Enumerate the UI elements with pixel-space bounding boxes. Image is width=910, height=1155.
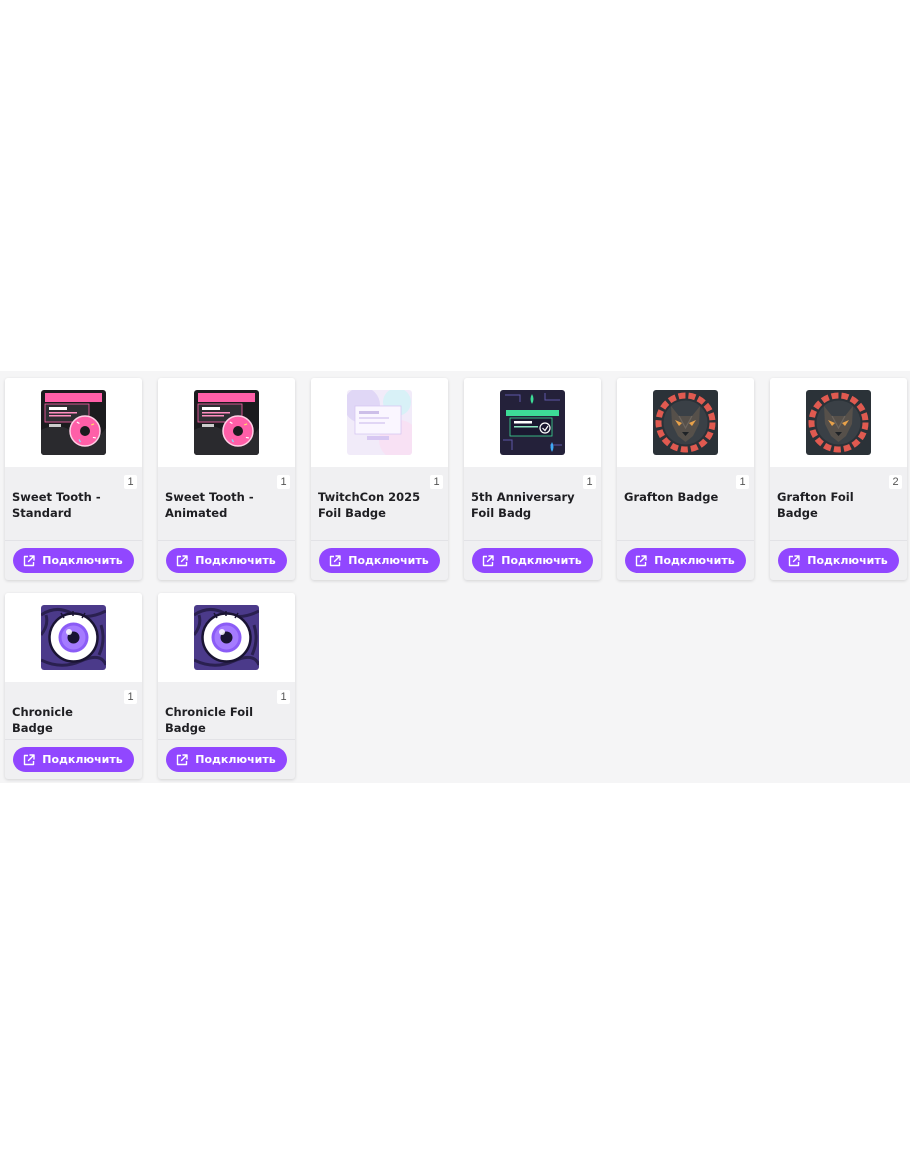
badge-title: Chronicle Badge <box>12 705 73 735</box>
quantity-badge: 1 <box>277 690 290 704</box>
badge-card: 1 Grafton Badge Подключить <box>617 378 754 580</box>
badge-title: TwitchCon 2025 Foil Badge <box>318 490 421 520</box>
badge-image-area <box>464 378 601 467</box>
connect-button-label: Подключить <box>195 554 276 567</box>
sweet-tooth-donut-icon <box>41 390 106 455</box>
external-link-icon <box>175 753 189 767</box>
badge-card: 2 Grafton Foil Badge Подключить <box>770 378 907 580</box>
badge-card: 1 5th Anniversary Foil Badg Подключить <box>464 378 601 580</box>
badge-info: 1 TwitchCon 2025 Foil Badge <box>311 467 448 540</box>
badge-info: 1 5th Anniversary Foil Badg <box>464 467 601 540</box>
sweet-tooth-donut-icon <box>194 390 259 455</box>
connect-button-label: Подключить <box>807 554 888 567</box>
badge-title: Grafton Foil Badge <box>777 490 854 520</box>
badge-title: Grafton Badge <box>624 490 719 504</box>
wolf-emblem-icon <box>653 390 718 455</box>
external-link-icon <box>328 554 342 568</box>
external-link-icon <box>787 554 801 568</box>
quantity-badge: 1 <box>124 690 137 704</box>
badge-actions: Подключить <box>770 540 907 580</box>
badge-actions: Подключить <box>5 540 142 580</box>
badge-actions: Подключить <box>5 739 142 779</box>
badge-actions: Подключить <box>158 739 295 779</box>
badge-title: Sweet Tooth - Animated <box>165 490 254 520</box>
purple-eye-icon <box>194 605 259 670</box>
badge-image-area <box>5 593 142 682</box>
badge-image-area <box>311 378 448 467</box>
badge-grid: 1 Sweet Tooth - Standard Подключить 1 Sw… <box>5 378 907 779</box>
connect-button[interactable]: Подключить <box>166 548 287 573</box>
anniversary-circuit-icon <box>500 390 565 455</box>
connect-button-label: Подключить <box>654 554 735 567</box>
badge-title: Chronicle Foil Badge <box>165 705 254 735</box>
badge-card: 1 TwitchCon 2025 Foil Badge Подключить <box>311 378 448 580</box>
badge-card: 1 Sweet Tooth - Animated Подключить <box>158 378 295 580</box>
badge-image-area <box>158 378 295 467</box>
quantity-badge: 1 <box>277 475 290 489</box>
connect-button-label: Подключить <box>42 554 123 567</box>
badge-image-area <box>617 378 754 467</box>
wolf-emblem-icon <box>806 390 871 455</box>
quantity-badge: 1 <box>583 475 596 489</box>
connect-button-label: Подключить <box>195 753 276 766</box>
purple-eye-icon <box>41 605 106 670</box>
connect-button[interactable]: Подключить <box>13 548 134 573</box>
connect-button-label: Подключить <box>501 554 582 567</box>
badge-actions: Подключить <box>464 540 601 580</box>
badge-image-area <box>158 593 295 682</box>
external-link-icon <box>175 554 189 568</box>
badge-info: 1 Sweet Tooth - Standard <box>5 467 142 540</box>
badge-panel: 1 Sweet Tooth - Standard Подключить 1 Sw… <box>0 371 910 783</box>
connect-button[interactable]: Подключить <box>13 747 134 772</box>
badge-card: 1 Chronicle Badge Подключить <box>5 593 142 779</box>
connect-button[interactable]: Подключить <box>472 548 593 573</box>
external-link-icon <box>481 554 495 568</box>
badge-actions: Подключить <box>158 540 295 580</box>
badge-image-area <box>5 378 142 467</box>
badge-info: 1 Grafton Badge <box>617 467 754 540</box>
connect-button[interactable]: Подключить <box>625 548 746 573</box>
connect-button[interactable]: Подключить <box>166 747 287 772</box>
external-link-icon <box>22 753 36 767</box>
connect-button[interactable]: Подключить <box>319 548 440 573</box>
badge-info: 1 Chronicle Badge <box>5 682 142 739</box>
quantity-badge: 1 <box>430 475 443 489</box>
badge-title: 5th Anniversary Foil Badg <box>471 490 575 520</box>
connect-button-label: Подключить <box>348 554 429 567</box>
connect-button[interactable]: Подключить <box>778 548 899 573</box>
connect-button-label: Подключить <box>42 753 123 766</box>
quantity-badge: 1 <box>124 475 137 489</box>
badge-actions: Подключить <box>617 540 754 580</box>
quantity-badge: 1 <box>736 475 749 489</box>
badge-card: 1 Sweet Tooth - Standard Подключить <box>5 378 142 580</box>
badge-info: 1 Sweet Tooth - Animated <box>158 467 295 540</box>
badge-info: 2 Grafton Foil Badge <box>770 467 907 540</box>
badge-actions: Подключить <box>311 540 448 580</box>
external-link-icon <box>634 554 648 568</box>
quantity-badge: 2 <box>889 475 902 489</box>
badge-info: 1 Chronicle Foil Badge <box>158 682 295 739</box>
badge-image-area <box>770 378 907 467</box>
holographic-foil-icon <box>347 390 412 455</box>
external-link-icon <box>22 554 36 568</box>
badge-card: 1 Chronicle Foil Badge Подключить <box>158 593 295 779</box>
badge-title: Sweet Tooth - Standard <box>12 490 101 520</box>
